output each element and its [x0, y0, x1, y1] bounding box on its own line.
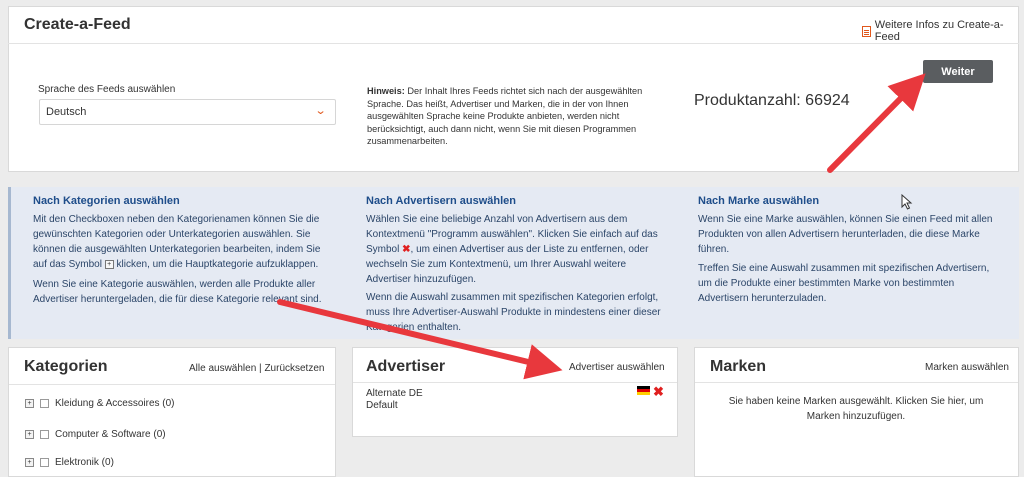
- col-advertiser-title: Nach Advertisern auswählen: [366, 195, 516, 207]
- header-divider: [8, 43, 1019, 44]
- advertiser-entry-sub: Default: [366, 400, 398, 411]
- actions-divider: |: [259, 363, 262, 374]
- col-categories-text: Mit den Checkboxen neben den Kategoriena…: [33, 212, 333, 272]
- category-label: Elektronik (0): [55, 457, 114, 468]
- category-checkbox[interactable]: [40, 458, 49, 467]
- expand-plus-icon[interactable]: +: [25, 458, 34, 467]
- col-advertiser-text: Wählen Sie eine beliebige Anzahl von Adv…: [366, 212, 666, 287]
- col-brand-title: Nach Marke auswählen: [698, 195, 820, 207]
- expand-plus-icon[interactable]: +: [25, 430, 34, 439]
- advertiser-entry: Alternate DE Default: [366, 388, 423, 412]
- col-brand-p1: Wenn Sie eine Marke auswählen, können Si…: [698, 214, 993, 255]
- category-row[interactable]: + Elektronik (0): [25, 457, 114, 468]
- reset-link[interactable]: Zurücksetzen: [264, 363, 324, 374]
- brands-empty-text[interactable]: Sie haben keine Marken ausgewählt. Klick…: [718, 394, 994, 424]
- info-link-label: Weitere Infos zu Create-a-Feed: [874, 19, 1004, 43]
- product-count: Produktanzahl: 66924: [694, 92, 850, 109]
- category-row[interactable]: + Kleidung & Accessoires (0): [25, 398, 175, 409]
- expand-plus-icon: +: [104, 259, 114, 269]
- language-label: Sprache des Feeds auswählen: [38, 84, 176, 95]
- categories-title: Kategorien: [24, 358, 108, 375]
- germany-flag-icon: [637, 386, 650, 395]
- col-categories-title: Nach Kategorien auswählen: [33, 195, 180, 207]
- category-checkbox[interactable]: [40, 430, 49, 439]
- categories-divider: [9, 384, 335, 385]
- language-select-value: Deutsch: [46, 106, 87, 118]
- brands-divider: [695, 382, 1018, 383]
- category-checkbox[interactable]: [40, 399, 49, 408]
- category-label: Kleidung & Accessoires (0): [55, 398, 175, 409]
- mouse-cursor-icon: [901, 194, 913, 210]
- advertiser-title: Advertiser: [366, 358, 446, 375]
- expand-plus-icon[interactable]: +: [25, 399, 34, 408]
- col-brand-p2: Treffen Sie eine Auswahl zusammen mit sp…: [698, 263, 990, 304]
- remove-x-icon[interactable]: ✖: [653, 385, 664, 398]
- advertiser-divider: [353, 382, 677, 383]
- category-label: Computer & Software (0): [55, 429, 166, 440]
- advertiser-entry-name: Alternate DE: [366, 388, 423, 399]
- hint-label: Hinweis:: [367, 86, 405, 96]
- weiter-button[interactable]: Weiter: [923, 60, 993, 83]
- category-row[interactable]: + Computer & Software (0): [25, 429, 166, 440]
- document-icon: [862, 25, 871, 37]
- info-link[interactable]: Weitere Infos zu Create-a-Feed: [862, 19, 1024, 43]
- brands-title: Marken: [710, 358, 767, 375]
- hint-text: Hinweis: Der Inhalt Ihres Feeds richtet …: [367, 85, 672, 148]
- remove-x-icon: ✖: [402, 244, 411, 255]
- chevron-down-icon[interactable]: ⌄: [315, 104, 327, 117]
- brands-select-link[interactable]: Marken auswählen: [925, 362, 1009, 373]
- hint-body: Der Inhalt Ihres Feeds richtet sich nach…: [367, 86, 643, 147]
- col-advertiser-p2: Wenn die Auswahl zusammen mit spezifisch…: [366, 292, 661, 333]
- select-all-link[interactable]: Alle auswählen: [189, 363, 256, 374]
- col-categories-p1b: klicken, um die Hauptkategorie aufzuklap…: [116, 259, 319, 270]
- col-categories-p2: Wenn Sie eine Kategorie auswählen, werde…: [33, 279, 322, 305]
- page-title: Create-a-Feed: [24, 16, 131, 33]
- advertiser-select-link[interactable]: Advertiser auswählen: [569, 362, 665, 373]
- categories-actions: Alle auswählen | Zurücksetzen: [189, 363, 324, 374]
